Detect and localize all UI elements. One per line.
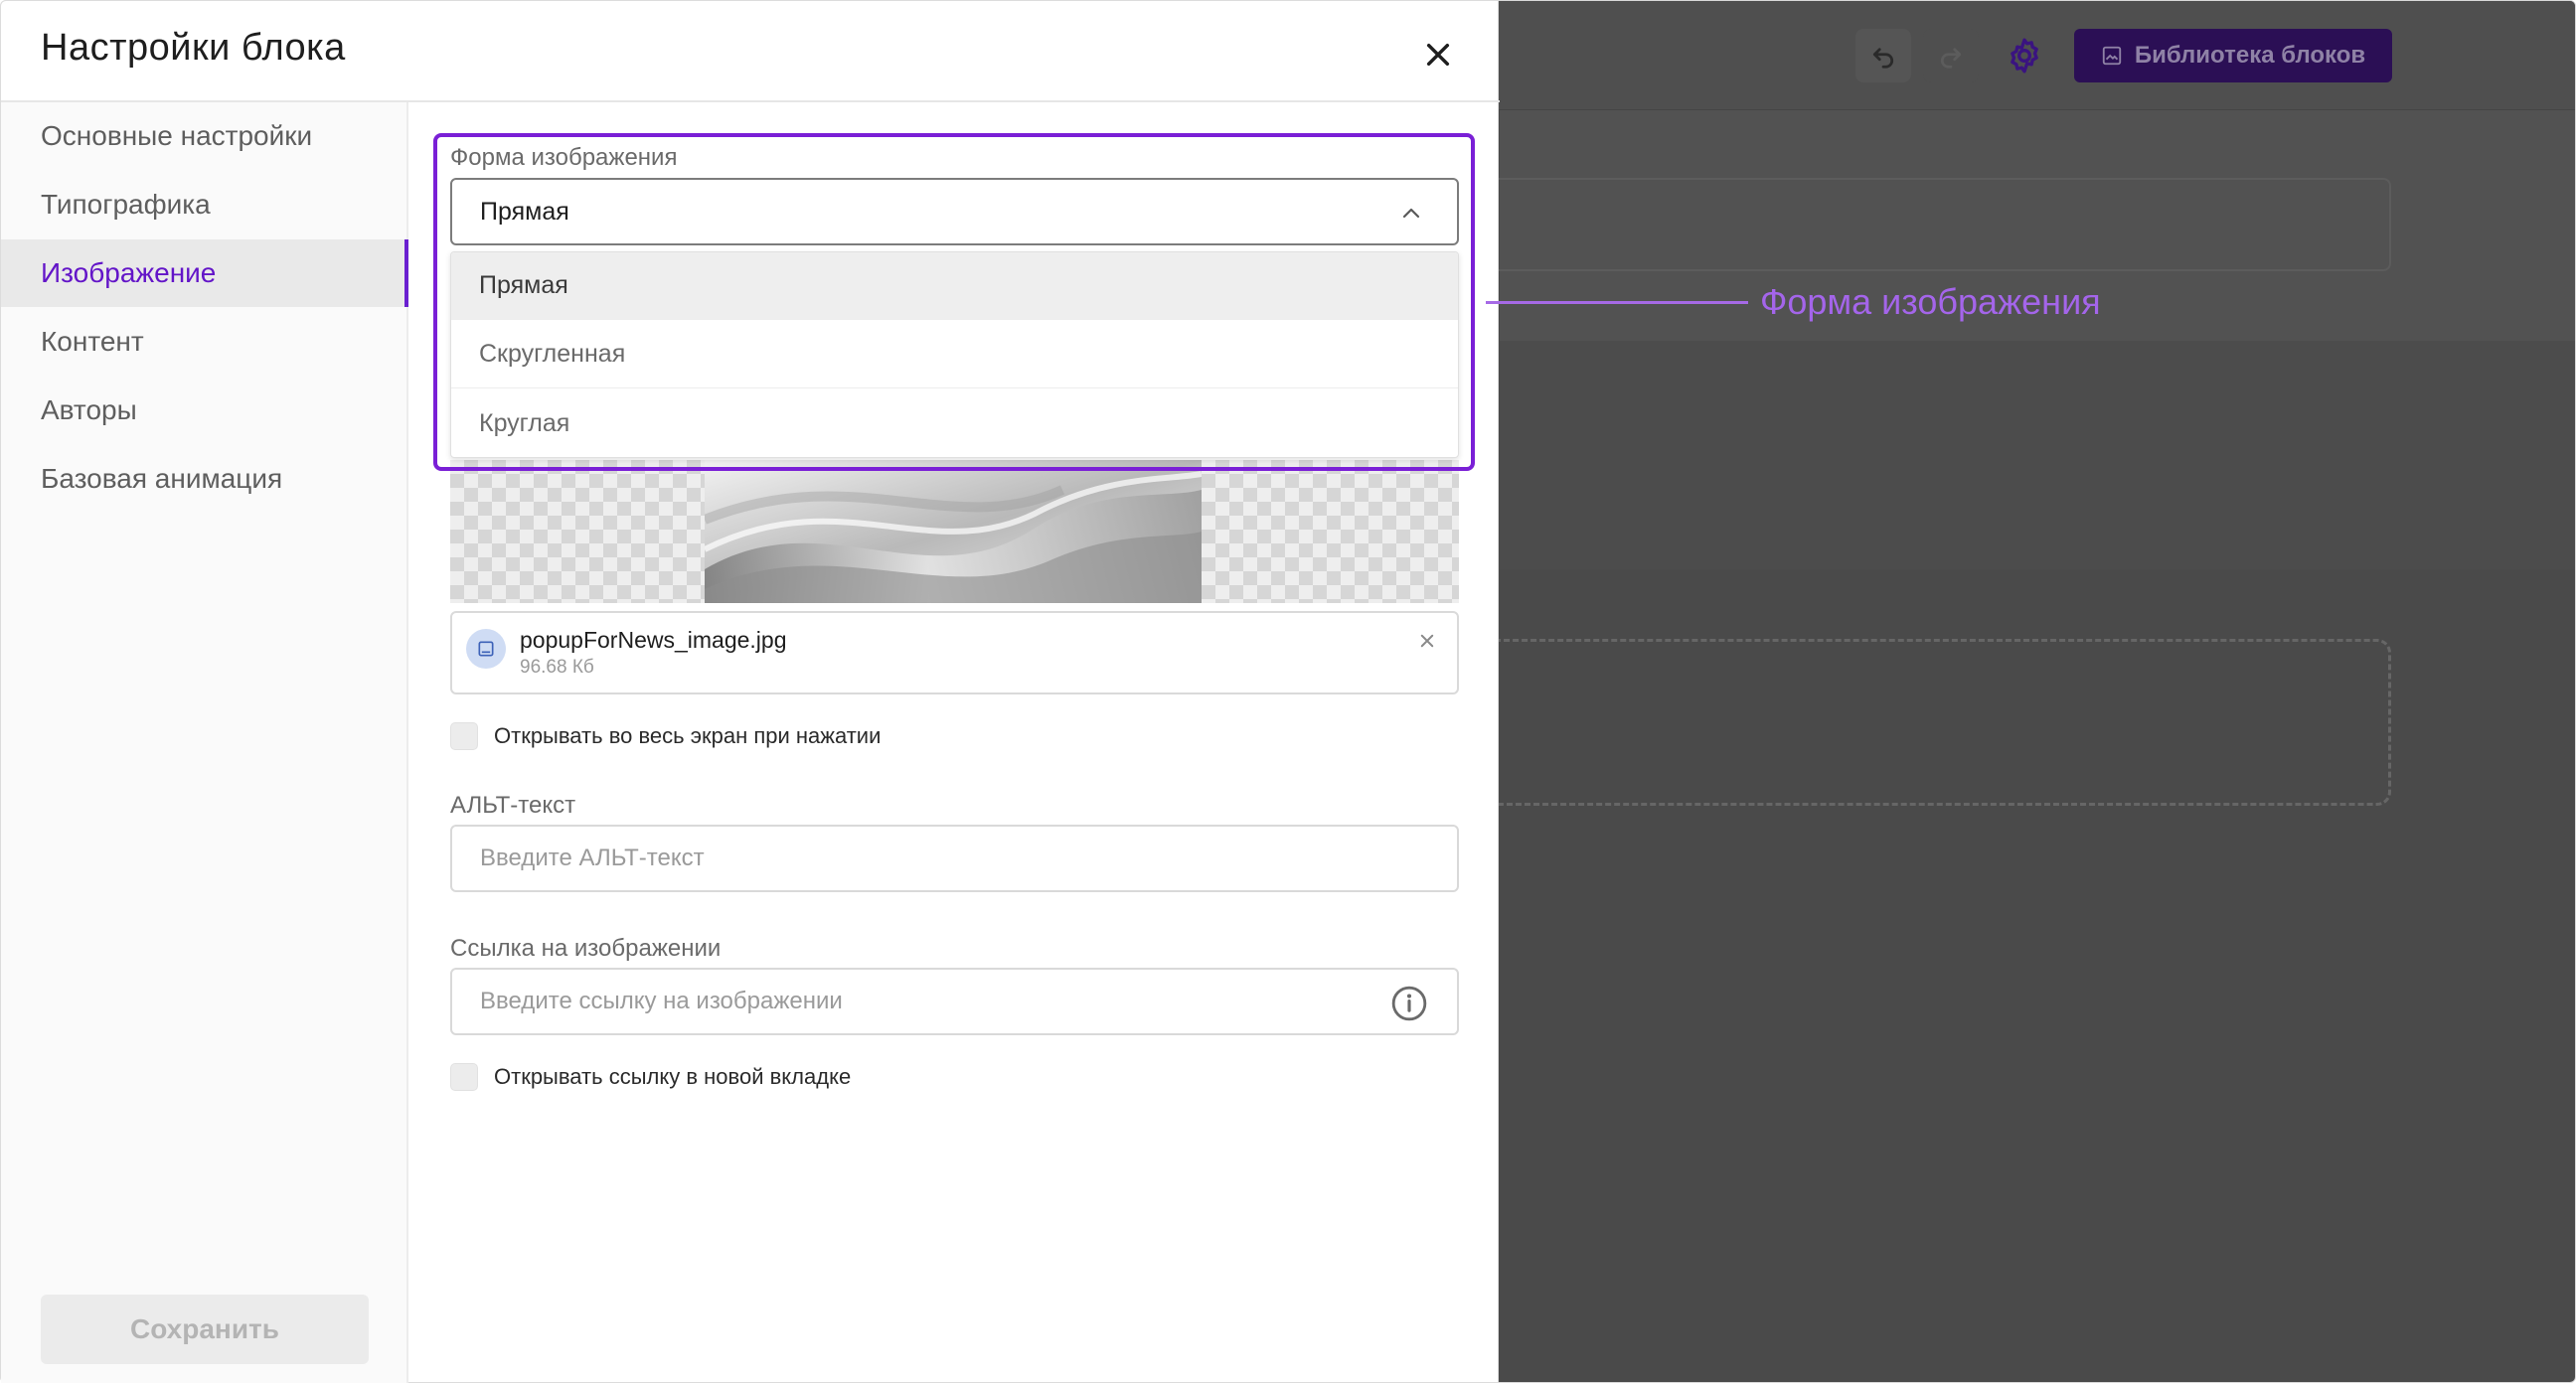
panel-header: Настройки блока bbox=[1, 1, 1500, 102]
remove-file-button[interactable] bbox=[1413, 627, 1441, 655]
fullscreen-option: Открывать во весь экран при нажатии bbox=[450, 722, 881, 750]
image-shape-select[interactable]: Прямая bbox=[450, 178, 1459, 245]
image-icon bbox=[2102, 46, 2121, 66]
editor-dropzone bbox=[1472, 639, 2391, 806]
image-shape-value: Прямая bbox=[480, 197, 569, 226]
block-library-button[interactable]: Библиотека блоков bbox=[2074, 29, 2392, 82]
fullscreen-checkbox-label: Открывать во весь экран при нажатии bbox=[494, 723, 882, 748]
sidebar-item-authors[interactable]: Авторы bbox=[1, 377, 408, 444]
editor-section bbox=[1500, 341, 2575, 569]
undo-icon bbox=[1872, 48, 1894, 69]
close-icon bbox=[1420, 634, 1434, 648]
image-link-label: Ссылка на изображении bbox=[450, 935, 722, 962]
image-link-input[interactable] bbox=[450, 968, 1459, 1035]
uploaded-file-card: popupForNews_image.jpg 96.68 Кб bbox=[450, 611, 1459, 694]
close-button[interactable] bbox=[1414, 31, 1462, 78]
sidebar-item-image[interactable]: Изображение bbox=[1, 239, 408, 307]
settings-sidebar: Основные настройки Типографика Изображен… bbox=[1, 102, 408, 1383]
new-tab-option: Открывать ссылку в новой вкладке bbox=[450, 1063, 851, 1091]
file-image-icon bbox=[466, 629, 506, 669]
image-shape-menu: Прямая Скругленная Круглая bbox=[450, 251, 1459, 458]
fullscreen-checkbox[interactable] bbox=[450, 722, 478, 750]
block-library-label: Библиотека блоков bbox=[2134, 42, 2366, 69]
gear-icon bbox=[2011, 38, 2038, 74]
image-shape-option[interactable]: Прямая bbox=[451, 252, 1458, 320]
callout-label: Форма изображения bbox=[1760, 281, 2101, 322]
sidebar-item-general[interactable]: Основные настройки bbox=[1, 102, 408, 170]
alt-text-input[interactable] bbox=[450, 825, 1459, 892]
alt-text-label: АЛЬТ-текст bbox=[450, 792, 576, 819]
editor-placeholder-field bbox=[1482, 178, 2391, 271]
new-tab-checkbox-label: Открывать ссылку в новой вкладке bbox=[494, 1064, 852, 1089]
image-preview bbox=[450, 460, 1459, 603]
file-name: popupForNews_image.jpg bbox=[520, 627, 787, 653]
panel-title: Настройки блока bbox=[41, 27, 346, 69]
file-size: 96.68 Кб bbox=[520, 657, 594, 678]
redo-icon bbox=[1940, 48, 1962, 69]
sidebar-item-content[interactable]: Контент bbox=[1, 308, 408, 376]
sidebar-item-animation[interactable]: Базовая анимация bbox=[1, 445, 408, 513]
info-icon[interactable] bbox=[1390, 985, 1428, 1022]
chevron-up-icon bbox=[1402, 208, 1420, 219]
wave-image bbox=[705, 460, 1202, 603]
new-tab-checkbox[interactable] bbox=[450, 1063, 478, 1091]
callout-line bbox=[1486, 301, 1748, 304]
block-settings-panel: Настройки блока Основные настройки Типог… bbox=[0, 0, 2101, 1383]
undo-button[interactable] bbox=[1855, 29, 1911, 82]
image-shape-option[interactable]: Круглая bbox=[451, 389, 1458, 457]
redo-button[interactable] bbox=[1923, 29, 1979, 82]
sidebar-item-typography[interactable]: Типографика bbox=[1, 171, 408, 238]
image-shape-option[interactable]: Скругленная bbox=[451, 321, 1458, 388]
settings-button[interactable] bbox=[1997, 29, 2052, 82]
close-icon bbox=[1426, 43, 1450, 67]
save-button[interactable]: Сохранить bbox=[41, 1295, 369, 1364]
image-shape-label: Форма изображения bbox=[450, 144, 678, 171]
